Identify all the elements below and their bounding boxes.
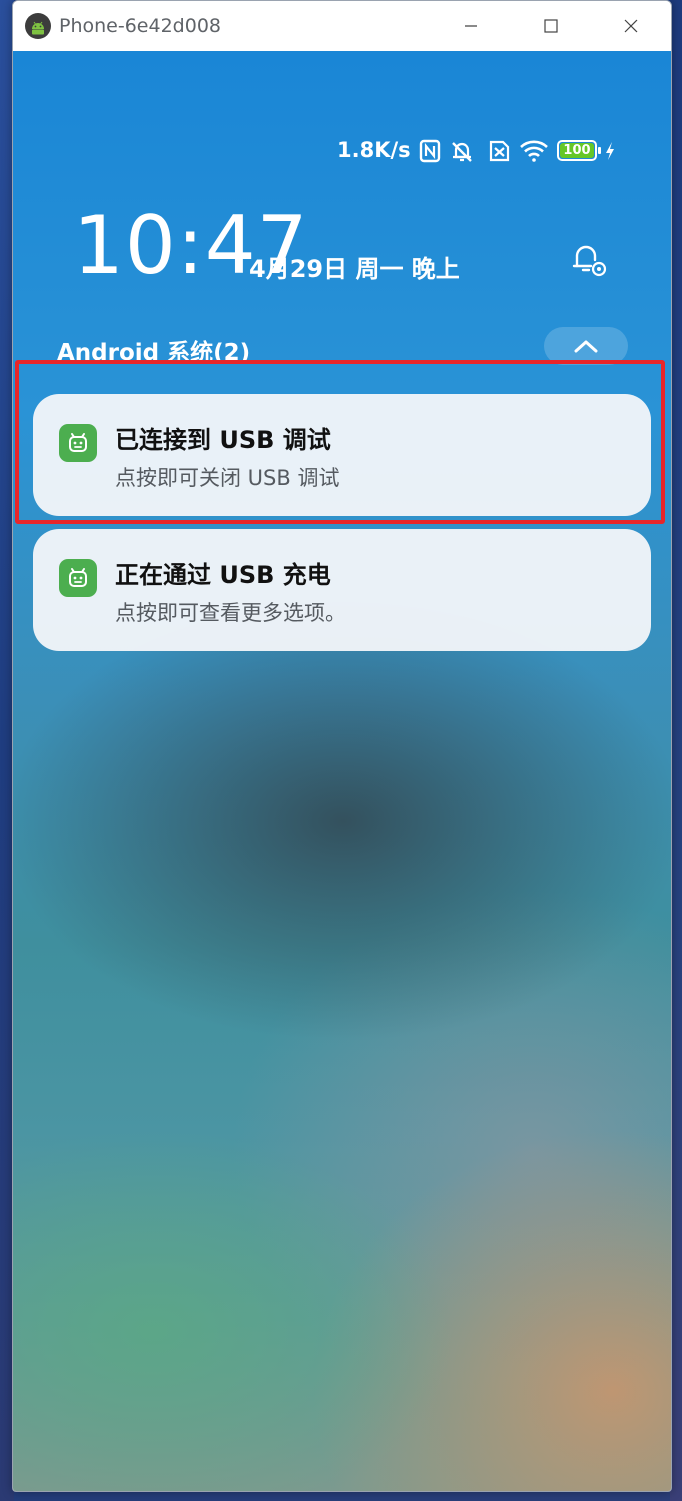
battery-level: 100	[560, 143, 594, 158]
nfc-icon	[419, 139, 441, 163]
battery-icon: 100	[557, 140, 597, 161]
android-system-icon	[59, 559, 97, 597]
network-speed: 1.8K/s	[337, 138, 411, 162]
sim-off-icon	[489, 140, 510, 162]
battery-tip	[598, 147, 601, 154]
bell-settings-icon	[572, 245, 607, 277]
notification-usb-charging[interactable]: 正在通过 USB 充电 点按即可查看更多选项。	[33, 529, 651, 651]
phone-screen[interactable]: 1.8K/s 100 10:47 4月29日 周一 晚上 Android 系统(…	[13, 51, 671, 1491]
charging-icon	[606, 142, 614, 160]
close-button[interactable]	[611, 9, 651, 43]
window-titlebar[interactable]: Phone-6e42d008	[13, 1, 671, 51]
maximize-icon	[544, 19, 558, 33]
emulator-window: Phone-6e42d008 1.8K/s 100 10:47 4月29日 周一…	[12, 0, 672, 1492]
status-bar: 1.8K/s 100	[13, 135, 671, 167]
maximize-button[interactable]	[531, 9, 571, 43]
date-label: 4月29日 周一 晚上	[249, 255, 460, 283]
chevron-up-icon	[574, 340, 598, 353]
wifi-icon	[520, 140, 548, 162]
notification-settings-button[interactable]	[569, 239, 609, 279]
android-app-icon	[25, 13, 51, 39]
window-title: Phone-6e42d008	[59, 15, 221, 37]
close-icon	[624, 19, 638, 33]
notification-title: 正在通过 USB 充电	[115, 561, 331, 589]
minimize-icon	[465, 25, 477, 27]
highlight-box	[15, 360, 665, 524]
mute-icon	[452, 142, 472, 162]
minimize-button[interactable]	[451, 9, 491, 43]
notification-text: 点按即可查看更多选项。	[115, 601, 346, 625]
